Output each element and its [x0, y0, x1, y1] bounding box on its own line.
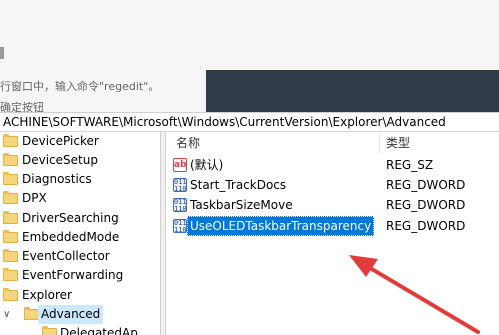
tree-item-label: Diagnostics — [22, 172, 92, 186]
value-type: REG_DWORD — [386, 198, 466, 212]
tree-item-label: DPX — [22, 191, 47, 205]
folder-icon — [3, 268, 18, 281]
registry-tree[interactable]: DevicePicker DeviceSetup Diagnostics DPX… — [0, 132, 160, 335]
tree-item-devicepicker[interactable]: DevicePicker — [0, 132, 160, 151]
folder-icon — [3, 230, 18, 243]
tree-item-label: DelegatedAp... — [60, 326, 150, 335]
tree-item-eventforwarding[interactable]: EventForwarding — [0, 266, 160, 285]
folder-icon — [3, 249, 18, 262]
tree-item-label: EventCollector — [22, 249, 110, 263]
dword-value-icon: 011 110 — [173, 178, 187, 193]
value-type: REG_DWORD — [386, 219, 466, 233]
tree-item-diagnostics[interactable]: Diagnostics — [0, 170, 160, 189]
tree-item-eventcollector[interactable]: EventCollector — [0, 247, 160, 266]
value-name: (默认) — [190, 158, 224, 172]
tree-item-embeddedmode[interactable]: EmbeddedMode — [0, 228, 160, 247]
tree-item-label: DevicePicker — [22, 134, 99, 148]
folder-icon — [3, 288, 18, 301]
value-row-default[interactable]: ab (默认) REG_SZ — [166, 155, 499, 175]
folder-icon — [42, 326, 57, 335]
tree-item-driversearching[interactable]: DriverSearching — [0, 209, 160, 228]
values-list[interactable]: 名称 类型 ab (默认) REG_SZ 011 110 Start_Track… — [166, 132, 499, 335]
background-instruction-text: 行窗口中，输入命令"regedit"。 — [0, 80, 160, 93]
value-row-start-trackdocs[interactable]: 011 110 Start_TrackDocs REG_DWORD — [166, 175, 499, 195]
folder-icon — [3, 211, 18, 224]
tree-item-delegatedap[interactable]: DelegatedAp... — [0, 324, 160, 335]
tree-item-explorer[interactable]: Explorer — [0, 286, 160, 305]
tree-item-label: DeviceSetup — [22, 153, 98, 167]
tree-item-label: Advanced — [38, 305, 104, 324]
background-dark-panel — [206, 70, 499, 112]
tree-item-devicesetup[interactable]: DeviceSetup — [0, 151, 160, 170]
column-header-type[interactable]: 类型 — [386, 134, 410, 151]
column-separator[interactable] — [379, 132, 380, 154]
folder-icon — [3, 191, 18, 204]
chevron-down-icon[interactable]: ∨ — [3, 305, 10, 324]
value-name: TaskbarSizeMove — [190, 198, 293, 212]
column-header-name[interactable]: 名称 — [176, 134, 200, 151]
tree-item-advanced[interactable]: ∨ Advanced — [0, 305, 160, 324]
value-row-taskbarsizemove[interactable]: 011 110 TaskbarSizeMove REG_DWORD — [166, 195, 499, 215]
dword-value-icon: 011 110 — [173, 198, 187, 213]
dword-value-icon: 011 110 — [173, 219, 187, 234]
value-type: REG_DWORD — [386, 178, 466, 192]
folder-open-icon — [24, 307, 39, 320]
value-name: Start_TrackDocs — [190, 178, 287, 192]
folder-icon — [3, 134, 18, 147]
tree-item-label: EmbeddedMode — [22, 230, 120, 244]
address-bar[interactable]: ACHINE\SOFTWARE\Microsoft\Windows\Curren… — [0, 112, 499, 132]
value-name-editing[interactable]: UseOLEDTaskbarTransparency — [187, 216, 375, 236]
value-row-useoledtaskbartransparency[interactable]: 011 110 UseOLEDTaskbarTransparency REG_D… — [166, 216, 499, 236]
value-type: REG_SZ — [386, 158, 434, 172]
tree-item-dpx[interactable]: DPX — [0, 189, 160, 208]
background-marker — [0, 47, 4, 59]
folder-icon — [3, 172, 18, 185]
tree-item-label: EventForwarding — [22, 268, 124, 282]
string-value-icon: ab — [173, 158, 187, 172]
folder-icon — [3, 153, 18, 166]
tree-item-label: DriverSearching — [22, 211, 119, 225]
tree-item-label: Explorer — [22, 288, 72, 302]
